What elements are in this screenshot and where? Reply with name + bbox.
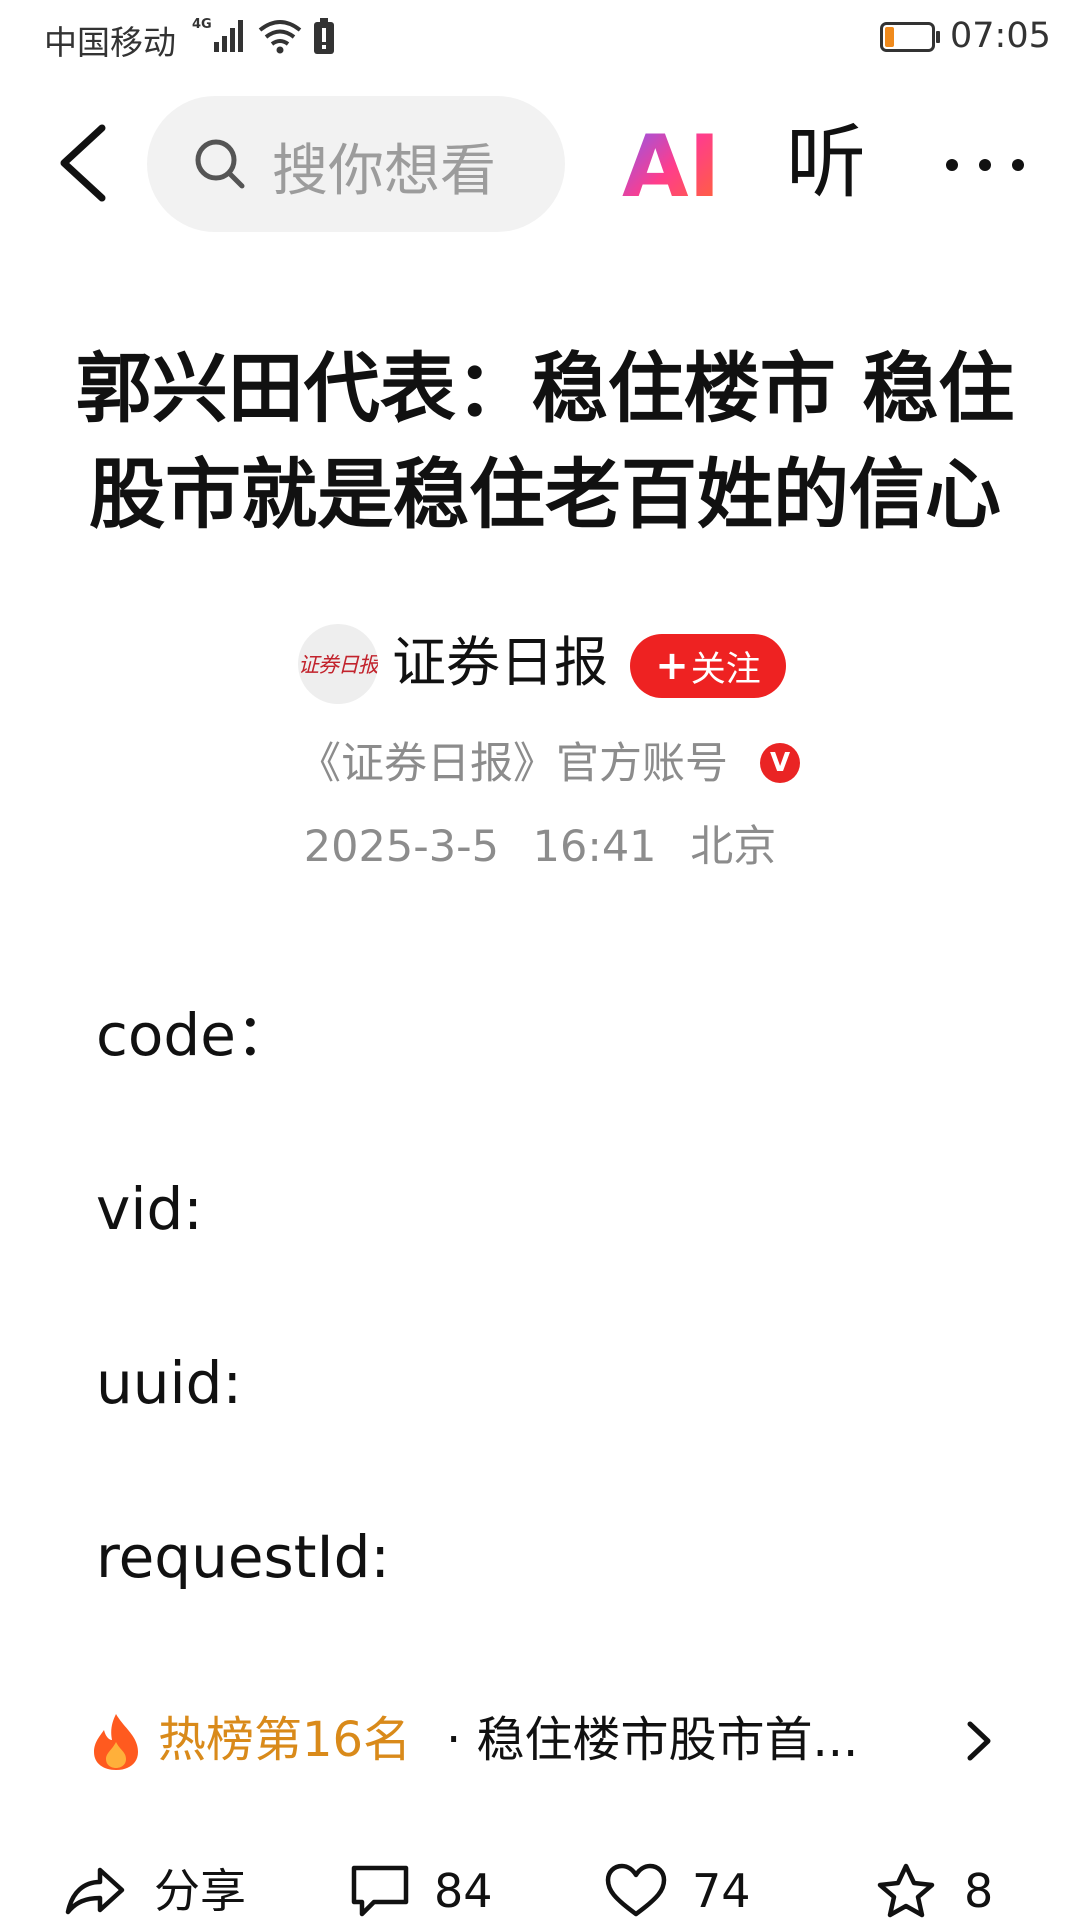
field-uuid: uuid: [96, 1349, 242, 1417]
ai-label: AI [622, 118, 720, 208]
wifi-icon [258, 20, 302, 54]
publish-time: 16:41 [532, 822, 657, 872]
article-title: 郭兴田代表：稳住楼市 稳住股市就是稳住老百姓的信心 [75, 344, 1015, 539]
plus-icon: + [655, 643, 689, 689]
avatar-logo-text: 证券日报 [298, 653, 378, 677]
more-icon[interactable] [940, 150, 1030, 180]
search-placeholder: 搜你想看 [272, 139, 496, 204]
hot-rank-description[interactable]: · 稳住楼市股市首... [446, 1708, 886, 1772]
comment-count[interactable]: 84 [434, 1862, 493, 1920]
author-name[interactable]: 证券日报 [392, 628, 608, 698]
listen-button[interactable]: 听 [786, 118, 866, 208]
battery-icon [880, 22, 940, 52]
like-icon[interactable] [604, 1862, 668, 1920]
carrier-name: 中国移动 [44, 23, 176, 62]
back-icon[interactable] [50, 118, 120, 208]
field-request-id: requestId: [96, 1523, 390, 1591]
article-meta: 2025-3-5 16:41 北京 [0, 812, 1080, 874]
verified-icon: V [760, 743, 800, 783]
publish-date: 2025-3-5 [303, 822, 499, 872]
comment-icon[interactable] [348, 1862, 412, 1920]
search-icon [195, 139, 245, 189]
star-icon[interactable] [874, 1862, 938, 1920]
field-code: code： [96, 1001, 294, 1069]
share-label[interactable]: 分享 [154, 1862, 246, 1920]
official-account-label: 《证券日报》官方账号 [298, 739, 728, 789]
publish-location: 北京 [690, 822, 777, 872]
ai-button[interactable]: AI [620, 118, 720, 208]
share-icon[interactable] [62, 1862, 126, 1920]
favorite-count[interactable]: 8 [964, 1862, 993, 1920]
author-avatar[interactable]: 证券日报 [298, 624, 378, 704]
signal-icon: 4G [192, 17, 243, 52]
field-vid: vid: [96, 1175, 203, 1243]
network-type: 4G [192, 17, 212, 32]
clock: 07:05 [950, 16, 1051, 56]
status-bar: 中国移动 4G 07:05 [0, 0, 1080, 80]
like-count[interactable]: 74 [692, 1862, 751, 1920]
follow-button[interactable]: + 关注 [630, 634, 786, 698]
battery-fill [885, 27, 894, 47]
fire-icon [94, 1714, 138, 1770]
hot-rank-label[interactable]: 热榜第16名 [158, 1708, 411, 1772]
chevron-right-icon[interactable] [958, 1716, 998, 1766]
follow-label: 关注 [690, 649, 761, 690]
battery-alert-icon [314, 18, 334, 54]
